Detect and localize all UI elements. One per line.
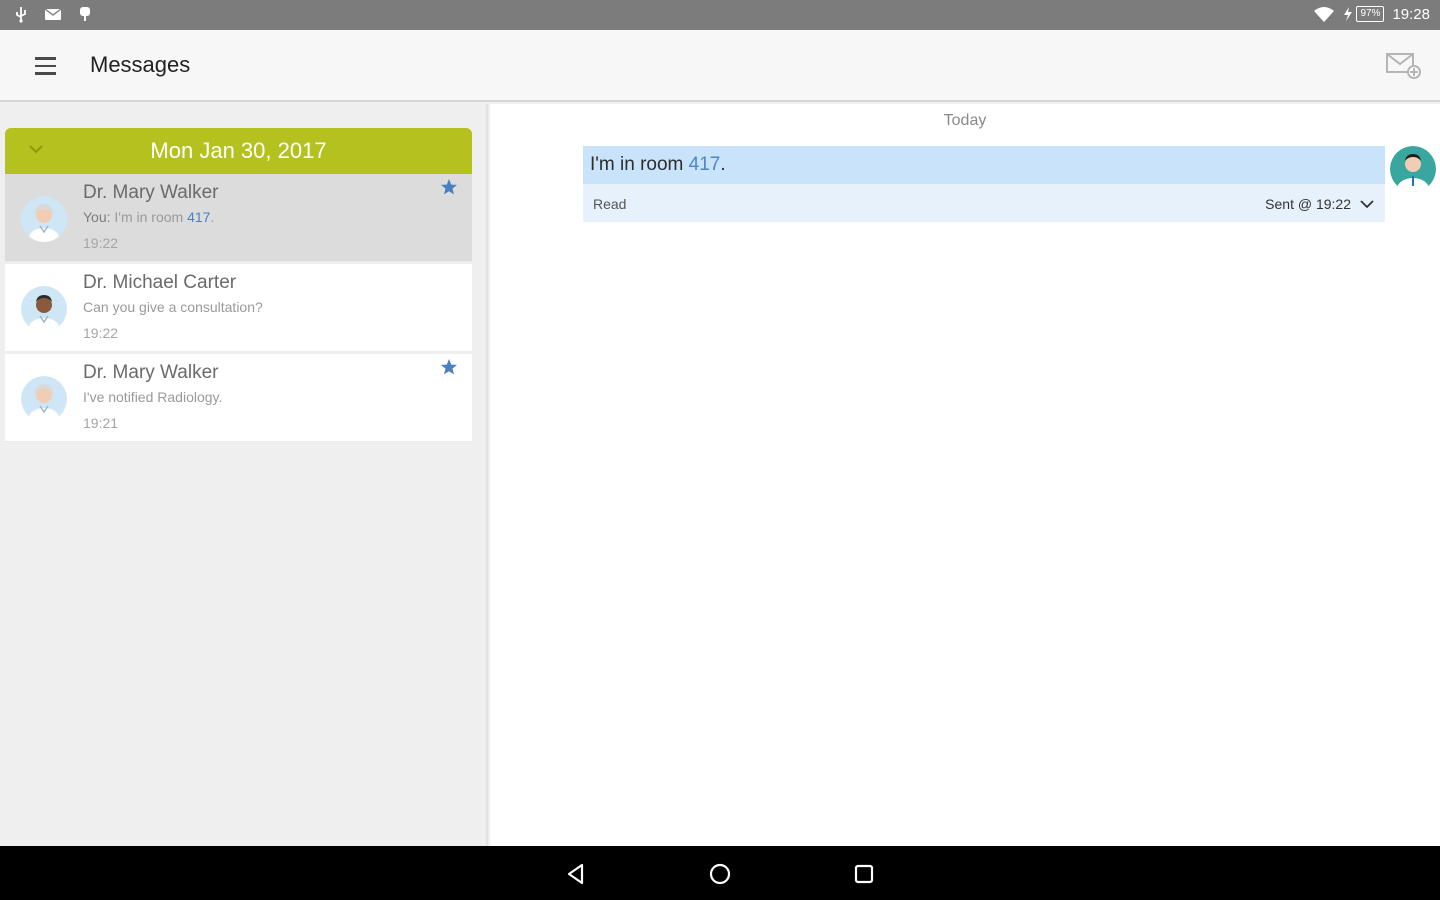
contact-name: Dr. Michael Carter: [83, 272, 237, 293]
page-title: Messages: [90, 52, 191, 77]
conversation-item[interactable]: Dr. Mary Walker I've notified Radiology.…: [5, 354, 472, 442]
menu-button[interactable]: [24, 52, 66, 80]
conversation-item[interactable]: Dr. Michael Carter Can you give a consul…: [5, 264, 472, 352]
compose-message-icon[interactable]: [1384, 48, 1422, 82]
status-notifications: [12, 5, 94, 23]
status-time: 19:28: [1392, 5, 1430, 23]
contact-name: Dr. Mary Walker: [83, 182, 219, 203]
battery-indicator: 97%: [1343, 6, 1385, 22]
usb-icon: [16, 7, 26, 23]
read-status: Read: [593, 196, 627, 212]
charging-icon: [1344, 7, 1353, 21]
star-icon[interactable]: [440, 358, 458, 376]
message-preview: You: I'm in room 417.: [83, 209, 215, 225]
avatar: [21, 196, 67, 242]
recent-apps-icon[interactable]: [850, 860, 878, 888]
message-preview: Can you give a consultation?: [83, 299, 263, 315]
app-bar: Messages: [0, 30, 1440, 102]
back-icon[interactable]: [562, 860, 590, 888]
message-preview: I've notified Radiology.: [83, 389, 223, 405]
status-bar: 97% 19:28: [0, 0, 1440, 30]
message-time: 19:22: [83, 235, 119, 251]
email-icon: [44, 8, 62, 20]
message-text: I'm in room 417.: [583, 146, 1385, 184]
star-icon[interactable]: [440, 178, 458, 196]
sent-time: Sent @ 19:22: [1265, 196, 1351, 212]
date-group-header[interactable]: Mon Jan 30, 2017: [5, 128, 472, 174]
message-time: 19:22: [83, 325, 119, 341]
chevron-down-icon[interactable]: [1359, 198, 1375, 210]
menu-icon: [35, 57, 56, 60]
day-divider: Today: [943, 112, 987, 129]
avatar: [21, 376, 67, 422]
date-group-label: Mon Jan 30, 2017: [150, 138, 327, 163]
conversation-item[interactable]: Dr. Mary Walker You: I'm in room 417. 19…: [5, 174, 472, 262]
message-time: 19:21: [83, 415, 119, 431]
home-icon[interactable]: [706, 860, 734, 888]
system-nav-bar: [0, 846, 1440, 900]
contact-name: Dr. Mary Walker: [83, 362, 219, 383]
notification-pin-icon: [80, 7, 90, 21]
wifi-icon: [1314, 7, 1335, 22]
avatar: [1390, 146, 1436, 192]
avatar: [21, 286, 67, 332]
message-bubble[interactable]: I'm in room 417. Read Sent @ 19:22: [583, 146, 1385, 222]
battery-level: 97%: [1356, 6, 1385, 22]
status-system: 97% 19:28: [1313, 5, 1430, 23]
conversation-list: Mon Jan 30, 2017 Dr. Mary Walker You: I'…: [0, 104, 488, 846]
message-thread: Today I'm in room 417. Read Sent @ 19:22: [490, 104, 1440, 846]
